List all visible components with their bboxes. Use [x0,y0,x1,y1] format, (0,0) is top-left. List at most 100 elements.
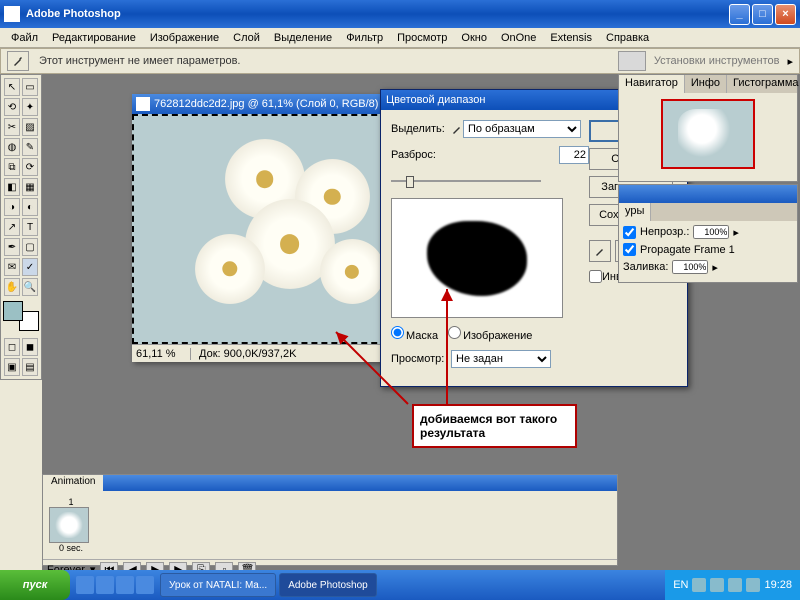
selection-preview [391,198,563,318]
opacity-chevron-icon[interactable]: ▸ [733,226,739,239]
tray-icon-1[interactable] [692,578,706,592]
presets-label: Установки инструментов [650,55,784,67]
language-indicator[interactable]: EN [673,579,688,591]
blur-tool[interactable]: ◑ [4,198,20,216]
dodge-tool[interactable]: ◐ [22,198,38,216]
eyedropper-tool[interactable]: ✓ [22,258,38,276]
clock[interactable]: 19:28 [764,579,792,591]
navigator-thumbnail[interactable] [661,99,755,169]
menu-edit[interactable]: Редактирование [45,30,143,46]
menu-view[interactable]: Просмотр [390,30,454,46]
current-tool-icon[interactable] [7,51,29,71]
fill-input[interactable] [672,260,708,274]
fill-chevron-icon[interactable]: ▸ [712,261,718,274]
taskbar: пуск Урок от NATALI: Ma... Adobe Photosh… [0,570,800,600]
lock-checkbox[interactable] [623,226,636,239]
fuzziness-input[interactable] [559,146,589,164]
ql-icon-1[interactable] [76,576,94,594]
close-button[interactable]: × [775,4,796,25]
options-text: Этот инструмент не имеет параметров. [39,55,618,67]
app-title: Adobe Photoshop [26,8,727,20]
notes-tool[interactable]: ✉ [4,258,20,276]
fuzziness-slider[interactable] [391,172,541,190]
tab-histogram[interactable]: Гистограмма [727,75,800,93]
fuzziness-label: Разброс: [391,149,451,161]
fg-color-swatch[interactable] [3,301,23,321]
menu-filter[interactable]: Фильтр [339,30,390,46]
image-content [185,139,395,319]
color-swatches[interactable] [3,301,39,331]
menu-file[interactable]: Файл [4,30,45,46]
tray-icon-4[interactable] [746,578,760,592]
ql-icon-3[interactable] [116,576,134,594]
pen-tool[interactable]: ✒ [4,238,20,256]
menu-extensis[interactable]: Extensis [543,30,599,46]
mask-radio[interactable]: Маска [391,326,438,342]
select-label: Выделить: [391,123,451,135]
maximize-button[interactable]: □ [752,4,773,25]
quickmask-on[interactable]: ◼ [22,338,38,356]
opacity-label: Непрозр.: [640,226,689,238]
menu-bar: Файл Редактирование Изображение Слой Выд… [0,28,800,48]
zoom-field[interactable]: 61,11 % [136,348,191,360]
path-tool[interactable]: ↗ [4,218,20,236]
gradient-tool[interactable]: ▦ [22,178,38,196]
animation-frame-1[interactable]: 1 0 sec. [49,497,93,553]
navigator-panel: Навигатор Инфо Гистограмма [618,74,798,182]
right-panel-group: Навигатор Инфо Гистограмма уры Непрозр.:… [618,74,798,285]
zoom-tool[interactable]: 🔍 [22,278,38,296]
menu-select[interactable]: Выделение [267,30,339,46]
slice-tool[interactable]: ▨ [22,118,38,136]
workspace-button[interactable] [618,51,646,71]
screen-full[interactable]: ▤ [22,358,38,376]
history-tool[interactable]: ⟳ [22,158,38,176]
fill-label: Заливка: [623,261,668,273]
stamp-tool[interactable]: ⧉ [4,158,20,176]
quickmask-off[interactable]: ◻ [4,338,20,356]
crop-tool[interactable]: ✂ [4,118,20,136]
propagate-checkbox[interactable] [623,243,636,256]
heal-tool[interactable]: ◍ [4,138,20,156]
lasso-tool[interactable]: ⟲ [4,98,20,116]
presets-chevron-icon[interactable]: ▸ [787,55,793,68]
preview-label: Просмотр: [391,353,451,365]
type-tool[interactable]: T [22,218,38,236]
tray-icon-2[interactable] [710,578,724,592]
image-radio[interactable]: Изображение [448,326,532,342]
start-button[interactable]: пуск [0,570,70,600]
ql-icon-4[interactable] [136,576,154,594]
select-dropdown[interactable]: По образцам [463,120,581,138]
doc-info: Док: 900,0K/937,2K [191,348,296,360]
ql-icon-2[interactable] [96,576,114,594]
tray-icon-3[interactable] [728,578,742,592]
taskbar-task-1[interactable]: Урок от NATALI: Ma... [160,573,276,597]
tab-navigator[interactable]: Навигатор [619,75,685,93]
menu-onone[interactable]: OnOne [494,30,543,46]
brush-tool[interactable]: ✎ [22,138,38,156]
app-logo-icon [4,6,20,22]
quicklaunch [76,576,154,594]
menu-window[interactable]: Окно [454,30,494,46]
move-tool[interactable]: ↖ [4,78,20,96]
annotation-box: добиваемся вот такого результата [412,404,577,448]
document-icon [136,97,150,111]
menu-help[interactable]: Справка [599,30,656,46]
shape-tool[interactable]: ▢ [22,238,38,256]
opacity-input[interactable] [693,225,729,239]
system-tray: EN 19:28 [665,570,800,600]
preview-dropdown[interactable]: Не задан [451,350,551,368]
tab-layers[interactable]: уры [619,203,651,221]
screen-std[interactable]: ▣ [4,358,20,376]
wand-tool[interactable]: ✦ [22,98,38,116]
taskbar-task-2[interactable]: Adobe Photoshop [279,573,377,597]
minimize-button[interactable]: _ [729,4,750,25]
hand-tool[interactable]: ✋ [4,278,20,296]
animation-tab[interactable]: Animation [43,475,103,491]
tab-info[interactable]: Инфо [685,75,727,93]
menu-image[interactable]: Изображение [143,30,226,46]
menu-layer[interactable]: Слой [226,30,267,46]
eyedropper-button[interactable] [589,240,611,262]
marquee-tool[interactable]: ▭ [22,78,38,96]
layers-panel: уры Непрозр.: ▸ Propagate Frame 1 Заливк… [618,184,798,283]
eraser-tool[interactable]: ◧ [4,178,20,196]
